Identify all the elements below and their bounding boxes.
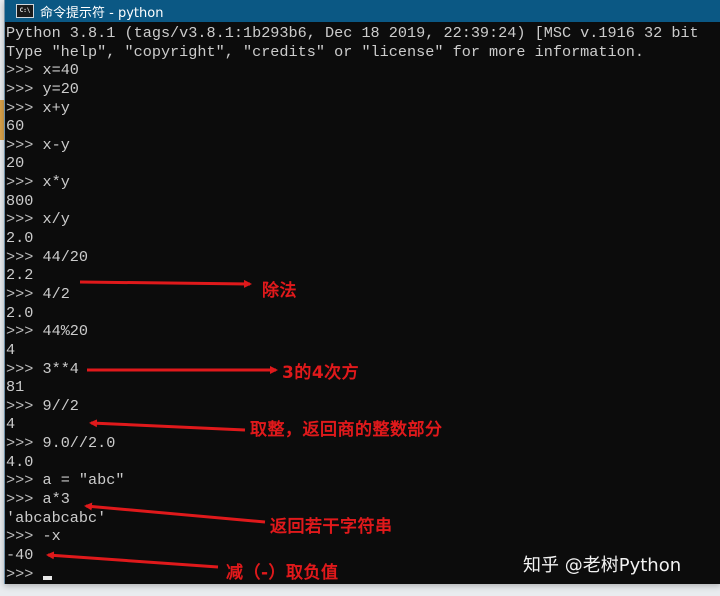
prompt-marker: >>> (6, 490, 43, 509)
console-input-line: >>> x+y (6, 99, 720, 118)
result-text: 60 (6, 117, 25, 136)
command-text: a = "abc" (42, 471, 125, 490)
console-output-line: 800 (6, 192, 720, 211)
console-output-line: 2.2 (6, 266, 720, 285)
command-text: x/y (42, 210, 70, 229)
prompt-marker: >>> (6, 471, 43, 490)
console-input-line: >>> a*3 (6, 490, 720, 509)
console-output-line: Type "help", "copyright", "credits" or "… (6, 43, 720, 62)
result-text: 2.2 (6, 266, 34, 285)
result-text: 800 (6, 191, 34, 210)
command-text: 44/20 (42, 247, 89, 266)
console-output-line: Python 3.8.1 (tags/v3.8.1:1b293b6, Dec 1… (6, 24, 720, 43)
console-input-line: >>> 44/20 (6, 248, 720, 267)
console-input-line: >>> x=40 (6, 61, 720, 80)
prompt-marker: >>> (6, 359, 43, 378)
console-output-line: 81 (6, 378, 720, 397)
command-text: x-y (42, 135, 70, 154)
result-text: 4 (6, 415, 16, 434)
watermark: 知乎 @老树Python (523, 555, 682, 576)
result-text: Type "help", "copyright", "credits" or "… (6, 42, 644, 61)
command-text: 3**4 (42, 359, 79, 378)
console-output-line: 2.0 (6, 229, 720, 248)
console-input-line: >>> x*y (6, 173, 720, 192)
title-bar[interactable]: C:\ 命令提示符 - python (5, 0, 720, 22)
console-input-line: >>> y=20 (6, 80, 720, 99)
command-text: 44%20 (42, 322, 89, 341)
prompt-marker: >>> (6, 79, 43, 98)
command-text: a*3 (42, 490, 70, 509)
console-output-line: 60 (6, 117, 720, 136)
console-input-line: >>> x/y (6, 210, 720, 229)
prompt-marker: >>> (6, 396, 43, 415)
prompt-marker: >>> (6, 61, 43, 80)
annotation-negation: 减（-）取负值 (226, 563, 339, 583)
annotation-division: 除法 (262, 281, 297, 301)
console-input-line: >>> 9//2 (6, 397, 720, 416)
annotation-power: 3的4次方 (282, 363, 360, 383)
prompt-marker: >>> (6, 173, 43, 192)
result-text: 20 (6, 154, 25, 173)
command-text: x=40 (42, 61, 79, 80)
console-input-line: >>> a = "abc" (6, 471, 720, 490)
console-input-line: >>> 4/2 (6, 285, 720, 304)
command-text: x*y (42, 173, 70, 192)
console-output-line: 2.0 (6, 304, 720, 323)
result-text: -40 (6, 545, 34, 564)
console-input-line: >>> x-y (6, 136, 720, 155)
result-text: 'abcabcabc' (6, 508, 107, 527)
result-text: 2.0 (6, 303, 34, 322)
command-text: y=20 (42, 79, 79, 98)
prompt-marker: >>> (6, 247, 43, 266)
prompt-marker: >>> (6, 564, 43, 583)
cmd-window[interactable]: C:\ 命令提示符 - python Python 3.8.1 (tags/v3… (4, 0, 720, 584)
cmd-icon: C:\ (16, 4, 34, 18)
prompt-marker: >>> (6, 98, 43, 117)
command-text: -x (42, 527, 61, 546)
annotation-string-repeat: 返回若干字符串 (270, 517, 393, 537)
result-text: 4 (6, 340, 16, 359)
text-cursor (43, 575, 53, 580)
command-text: 9.0//2.0 (42, 434, 116, 453)
console-output-line: 4.0 (6, 453, 720, 472)
console-output-line: 4 (6, 341, 720, 360)
console-output[interactable]: Python 3.8.1 (tags/v3.8.1:1b293b6, Dec 1… (5, 24, 720, 584)
command-text: 4/2 (42, 284, 70, 303)
result-text: 81 (6, 378, 25, 397)
console-input-line: >>> 44%20 (6, 322, 720, 341)
console-input-line: >>> 3**4 (6, 360, 720, 379)
prompt-marker: >>> (6, 322, 43, 341)
command-text: 9//2 (42, 396, 79, 415)
result-text: 4.0 (6, 452, 34, 471)
result-text: Python 3.8.1 (tags/v3.8.1:1b293b6, Dec 1… (6, 24, 699, 42)
prompt-marker: >>> (6, 434, 43, 453)
command-text: x+y (42, 98, 70, 117)
result-text: 2.0 (6, 229, 34, 248)
prompt-marker: >>> (6, 210, 43, 229)
prompt-marker: >>> (6, 135, 43, 154)
prompt-marker: >>> (6, 284, 43, 303)
console-output-line: 20 (6, 154, 720, 173)
annotation-floor-division: 取整，返回商的整数部分 (250, 420, 443, 440)
prompt-marker: >>> (6, 527, 43, 546)
window-title: 命令提示符 - python (40, 5, 164, 21)
